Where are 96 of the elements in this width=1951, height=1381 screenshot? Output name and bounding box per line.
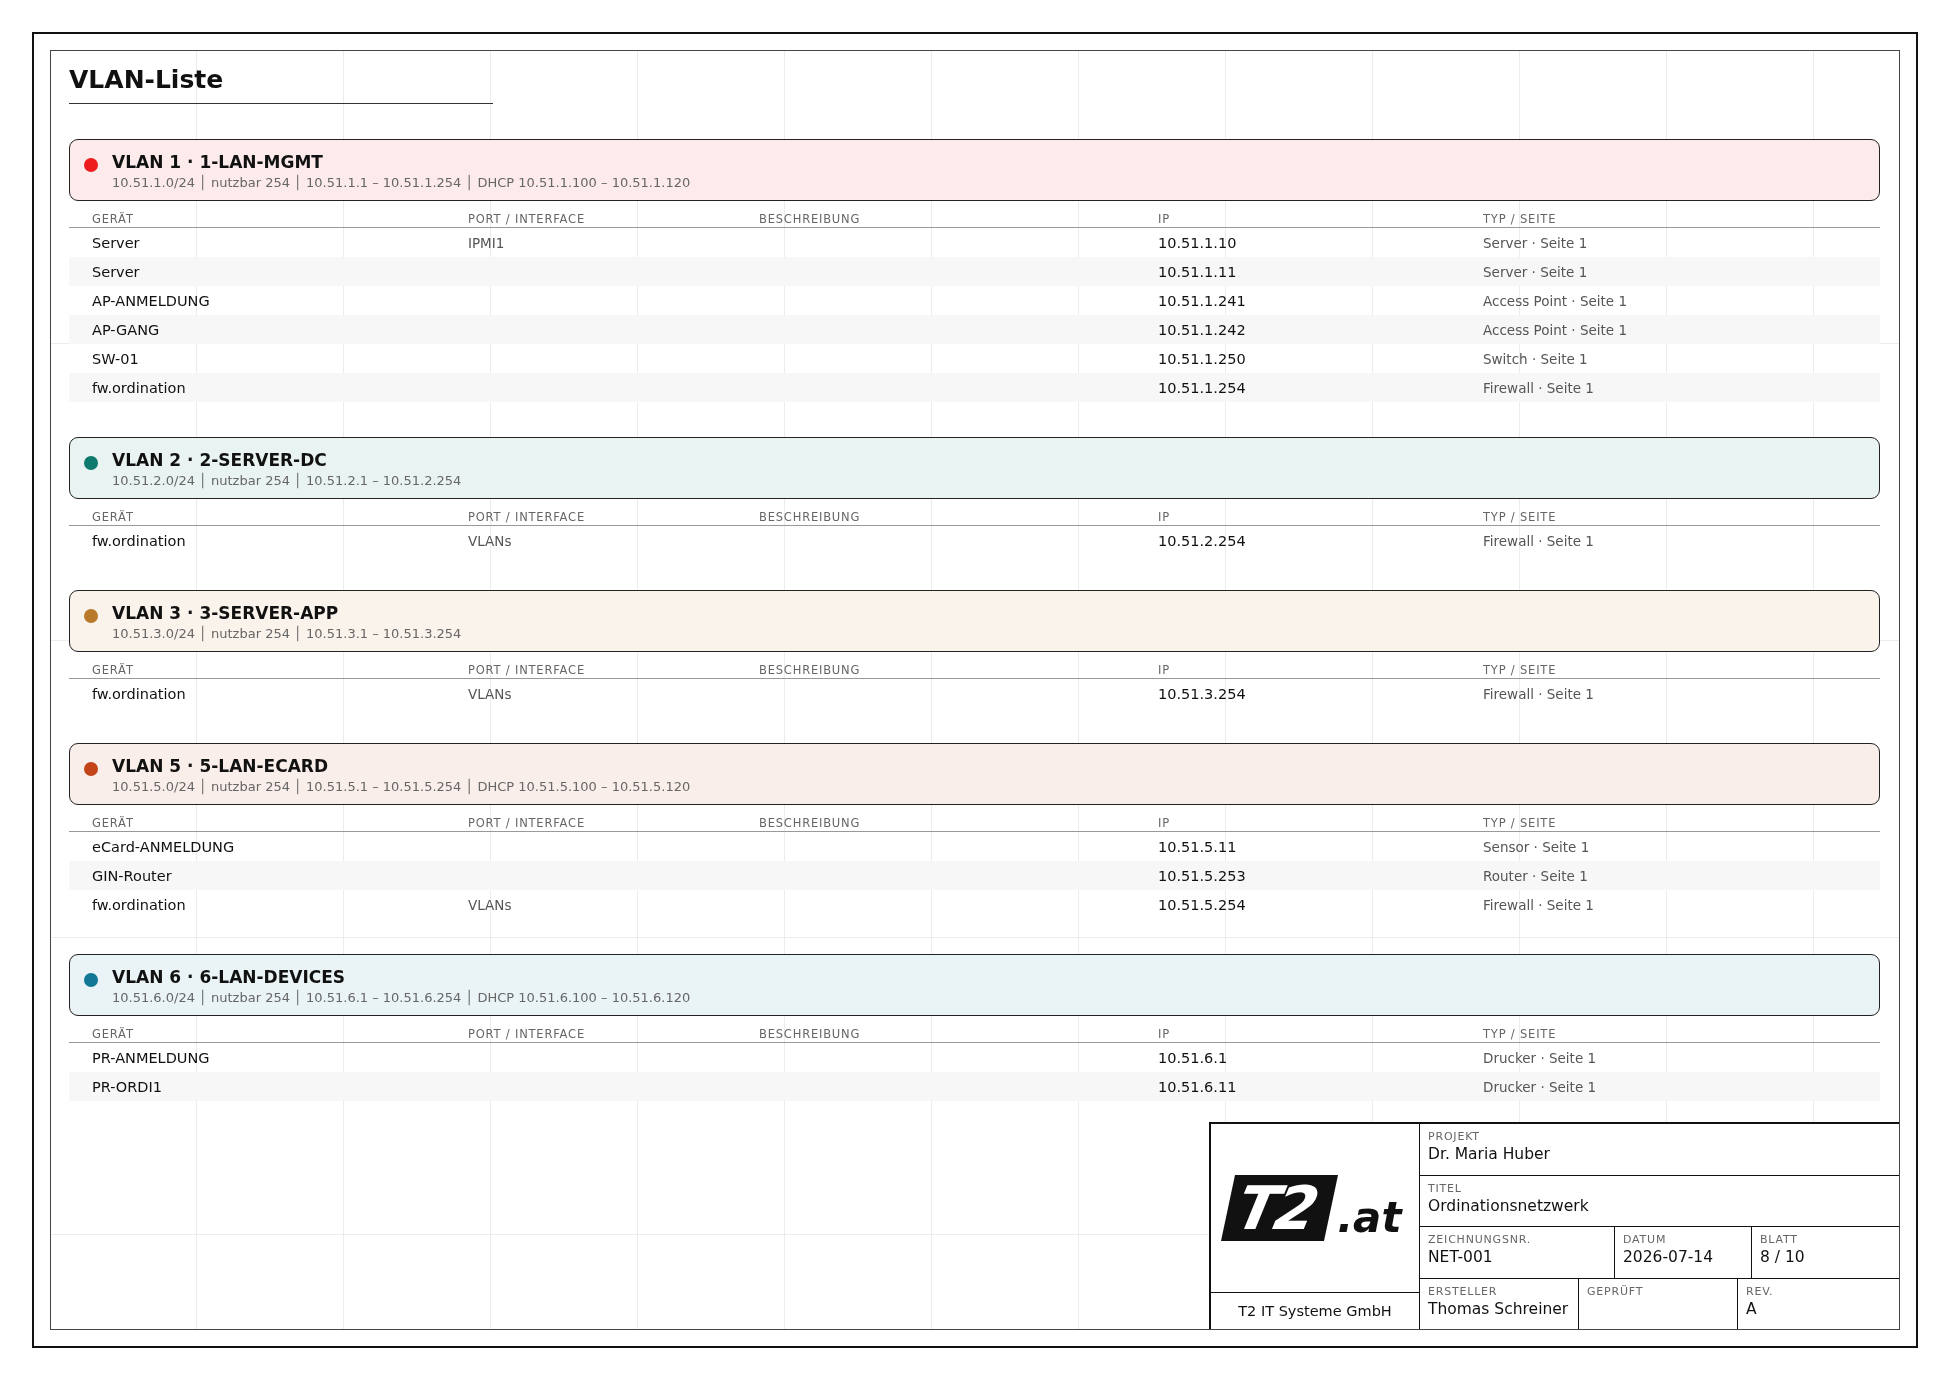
field-label: ERSTELLER: [1428, 1284, 1498, 1298]
table-cell: fw.ordination: [92, 896, 186, 913]
table-cell: AP-GANG: [92, 321, 160, 338]
column-header: BESCHREIBUNG: [759, 509, 861, 525]
table-cell: Server: [92, 234, 140, 251]
column-header: IP: [1158, 662, 1170, 678]
column-header: TYP / SEITE: [1483, 662, 1557, 678]
column-header: BESCHREIBUNG: [759, 1026, 861, 1042]
table-cell: Server: [92, 263, 140, 280]
vlan-name: VLAN 6 · 6-LAN-DEVICES: [112, 967, 347, 987]
field-label: BLATT: [1760, 1233, 1798, 1246]
table-cell: VLANs: [468, 896, 512, 913]
table-cell: VLANs: [468, 532, 512, 549]
table-cell: Switch · Seite 1: [1483, 350, 1588, 367]
table-cell: 10.51.6.1: [1158, 1049, 1228, 1066]
field-value: 2026-07-14: [1623, 1248, 1714, 1266]
column-header: PORT / INTERFACE: [468, 662, 585, 678]
table-cell: Access Point · Seite 1: [1483, 292, 1627, 309]
table-cell: PR-ANMELDUNG: [92, 1049, 210, 1066]
table-cell: Drucker · Seite 1: [1483, 1078, 1597, 1095]
column-header: TYP / SEITE: [1483, 509, 1557, 525]
column-header: BESCHREIBUNG: [759, 662, 861, 678]
column-header: BESCHREIBUNG: [759, 815, 861, 831]
vlan-details: 10.51.3.0/24 │ nutzbar 254 │ 10.51.3.1 – 10.51.3.254: [112, 626, 462, 641]
column-header: GERÄT: [92, 509, 134, 525]
table-cell: Firewall · Seite 1: [1483, 685, 1594, 702]
field-label: PROJEKT: [1428, 1130, 1480, 1143]
table-cell: SW-01: [92, 350, 139, 367]
column-header: IP: [1158, 509, 1170, 525]
vlan-details: 10.51.6.0/24 │ nutzbar 254 │ 10.51.6.1 – 10.51.6.254 │ DHCP 10.51.6.100 – 10.51.6.120: [112, 990, 691, 1005]
column-header: IP: [1158, 1026, 1170, 1042]
column-header: GERÄT: [92, 815, 134, 831]
column-header: TYP / SEITE: [1483, 815, 1557, 831]
column-header: GERÄT: [92, 1026, 134, 1042]
table-cell: 10.51.1.242: [1158, 321, 1246, 338]
table-cell: Firewall · Seite 1: [1483, 532, 1594, 549]
table-cell: Server · Seite 1: [1483, 234, 1588, 251]
table-cell: fw.ordination: [92, 379, 186, 396]
field-label: REV.: [1746, 1284, 1774, 1298]
table-cell: 10.51.6.11: [1158, 1078, 1237, 1095]
column-header: PORT / INTERFACE: [468, 211, 585, 227]
field-value: Thomas Schreiner: [1428, 1299, 1569, 1318]
table-cell: Router · Seite 1: [1483, 867, 1588, 884]
table-cell: 10.51.1.11: [1158, 263, 1237, 280]
table-cell: 10.51.1.10: [1158, 234, 1237, 251]
table-cell: 10.51.5.254: [1158, 896, 1246, 913]
vlan-name: VLAN 3 · 3-SERVER-APP: [112, 603, 340, 623]
table-cell: eCard-ANMELDUNG: [92, 838, 235, 855]
table-cell: 10.51.1.254: [1158, 379, 1246, 396]
column-header: GERÄT: [92, 662, 134, 678]
field-label: GEPRÜFT: [1587, 1284, 1644, 1298]
table-cell: 10.51.3.254: [1158, 685, 1246, 702]
field-value: Dr. Maria Huber: [1428, 1145, 1550, 1163]
column-header: PORT / INTERFACE: [468, 1026, 585, 1042]
field-label: TITEL: [1428, 1181, 1462, 1195]
column-header: TYP / SEITE: [1483, 1026, 1557, 1042]
table-cell: 10.51.5.253: [1158, 867, 1246, 884]
column-header: GERÄT: [92, 211, 134, 227]
table-cell: Firewall · Seite 1: [1483, 896, 1594, 913]
column-header: BESCHREIBUNG: [759, 211, 861, 227]
column-header: TYP / SEITE: [1483, 211, 1557, 227]
table-cell: Firewall · Seite 1: [1483, 379, 1594, 396]
table-cell: Access Point · Seite 1: [1483, 321, 1627, 338]
vlan-name: VLAN 2 · 2-SERVER-DC: [112, 450, 328, 470]
table-cell: fw.ordination: [92, 685, 186, 702]
table-cell: Drucker · Seite 1: [1483, 1049, 1597, 1066]
field-label: ZEICHNUNGSNR.: [1428, 1233, 1532, 1246]
vlan-details: 10.51.2.0/24 │ nutzbar 254 │ 10.51.2.1 – 10.51.2.254: [112, 473, 462, 488]
table-cell: Server · Seite 1: [1483, 263, 1588, 280]
table-cell: AP-ANMELDUNG: [92, 292, 210, 309]
table-cell: Sensor · Seite 1: [1483, 838, 1590, 855]
page-title: VLAN-Liste: [69, 65, 493, 104]
table-cell: VLANs: [468, 685, 512, 702]
field-label: DATUM: [1623, 1233, 1667, 1246]
column-header: IP: [1158, 815, 1170, 831]
table-cell: 10.51.1.250: [1158, 350, 1246, 367]
table-cell: 10.51.1.241: [1158, 292, 1246, 309]
company-name: T2 IT Systeme GmbH: [1211, 1292, 1419, 1329]
column-header: PORT / INTERFACE: [468, 509, 585, 525]
table-cell: IPMI1: [468, 234, 505, 251]
table-cell: 10.51.2.254: [1158, 532, 1246, 549]
field-value: Ordinationsnetzwerk: [1428, 1196, 1589, 1215]
vlan-name: VLAN 5 · 5-LAN-ECARD: [112, 756, 330, 776]
table-cell: PR-ORDI1: [92, 1078, 163, 1095]
field-value: A: [1746, 1299, 1757, 1318]
vlan-details: 10.51.1.0/24 │ nutzbar 254 │ 10.51.1.1 – 10.51.1.254 │ DHCP 10.51.1.100 – 10.51.1.120: [112, 175, 691, 190]
column-header: PORT / INTERFACE: [468, 815, 585, 831]
vlan-name: VLAN 1 · 1-LAN-MGMT: [112, 152, 324, 172]
table-cell: fw.ordination: [92, 532, 186, 549]
vlan-details: 10.51.5.0/24 │ nutzbar 254 │ 10.51.5.1 – 10.51.5.254 │ DHCP 10.51.5.100 – 10.51.5.120: [112, 779, 691, 794]
column-header: IP: [1158, 211, 1170, 227]
company-logo: T2 .at: [1211, 1124, 1419, 1292]
table-cell: GIN-Router: [92, 867, 172, 884]
field-value: 8 / 10: [1760, 1248, 1805, 1266]
field-value: NET-001: [1428, 1248, 1493, 1266]
table-cell: 10.51.5.11: [1158, 838, 1237, 855]
